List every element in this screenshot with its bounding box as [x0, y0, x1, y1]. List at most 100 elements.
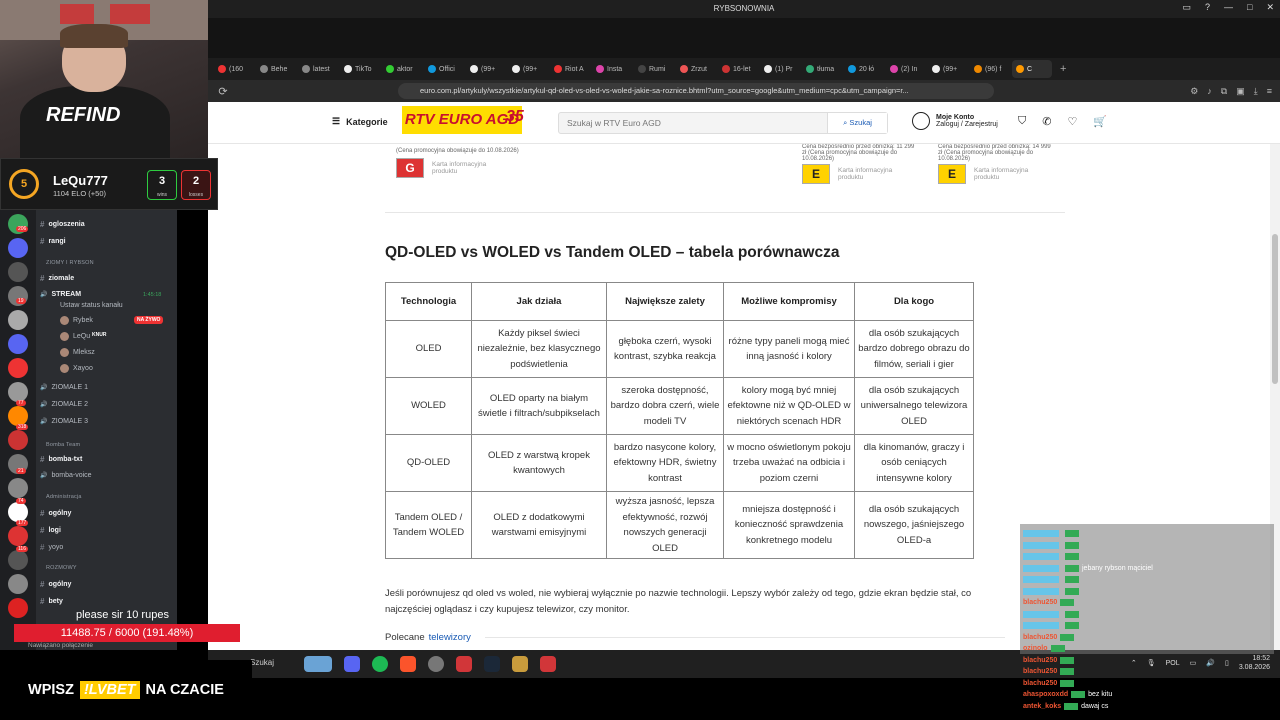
discord-voice-user[interactable]: LeQu — [60, 332, 90, 341]
download-icon[interactable]: ⤓ — [1254, 86, 1258, 97]
browser-tab[interactable]: (1) Pr — [760, 60, 800, 78]
search-input[interactable] — [559, 113, 829, 133]
server-icon[interactable] — [8, 262, 28, 282]
browser-tab[interactable]: Riot A — [550, 60, 590, 78]
phone-icon[interactable]: ✆ — [1042, 115, 1051, 128]
discord-voice-user[interactable]: Mleksz — [60, 348, 95, 357]
obs-icon[interactable] — [428, 656, 444, 672]
discord-channel[interactable]: # rangi — [40, 237, 66, 246]
chevron-up-icon[interactable]: ⌃ — [1131, 659, 1137, 667]
server-icon[interactable] — [8, 550, 28, 570]
server-icon[interactable] — [8, 334, 28, 354]
discord-channel[interactable]: # bety — [40, 597, 63, 606]
extension-icon[interactable]: ⚙ — [1190, 86, 1198, 97]
valorant-icon[interactable] — [540, 656, 556, 672]
discord-voice-channel[interactable]: 🔊 ZIOMALE 2 — [40, 401, 88, 408]
mic-icon[interactable]: 🎙 — [1147, 659, 1156, 667]
language-indicator[interactable]: POL — [1166, 660, 1180, 667]
spotify-icon[interactable] — [372, 656, 388, 672]
site-logo[interactable]: RTV EURO AGD — [402, 106, 522, 134]
server-icon[interactable] — [8, 502, 28, 522]
taskbar-search[interactable]: Szukaj — [250, 658, 274, 667]
discord-channel[interactable]: # bomba-txt — [40, 455, 82, 464]
menu-icon[interactable]: ≡ — [1267, 86, 1272, 97]
discord-channel[interactable]: # logi — [40, 526, 61, 535]
close-icon[interactable]: ✕ — [1266, 2, 1274, 13]
wallet-icon[interactable]: ▣ — [1236, 86, 1245, 97]
discord-voice-channel[interactable]: 🔊 ZIOMALE 3 — [40, 418, 88, 425]
browser-tab[interactable]: (96) f — [970, 60, 1010, 78]
discord-channel[interactable]: # yoyo — [40, 543, 63, 552]
volume-icon[interactable]: 🔊 — [1206, 659, 1215, 667]
account-menu[interactable]: Moje Konto Zaloguj / Zarejestruj — [912, 112, 998, 130]
browser-tab[interactable]: Zrzut — [676, 60, 716, 78]
browser-tab[interactable]: 20 łó — [844, 60, 884, 78]
browser-tab[interactable]: Behe — [256, 60, 296, 78]
server-icon[interactable] — [8, 574, 28, 594]
browser-tab[interactable]: TikTo — [340, 60, 380, 78]
browser-tab[interactable]: (2) In — [886, 60, 926, 78]
browser-tab[interactable]: C — [1012, 60, 1052, 78]
widget-icon[interactable] — [304, 656, 332, 672]
discord-voice-user[interactable]: Rybek — [60, 316, 93, 325]
pip-icon[interactable]: ▭ — [1182, 2, 1191, 13]
browser-tab[interactable]: tłuma — [802, 60, 842, 78]
league-icon[interactable] — [512, 656, 528, 672]
server-icon[interactable] — [8, 358, 28, 378]
share-icon[interactable]: ⧉ — [1221, 86, 1227, 97]
discord-category[interactable]: Administracja — [46, 494, 82, 500]
discord-voice-channel[interactable]: 🔊 ZIOMALE 1 — [40, 384, 88, 391]
brave-icon[interactable] — [400, 656, 416, 672]
browser-tab[interactable]: (99+ — [508, 60, 548, 78]
categories-menu[interactable]: ☰ Kategorie — [332, 116, 388, 127]
discord-voice-channel[interactable]: 🔊 STREAM — [40, 291, 81, 298]
network-icon[interactable]: ▭ — [1190, 659, 1197, 667]
help-icon[interactable]: ? — [1205, 2, 1210, 13]
music-icon[interactable]: ♪ — [1207, 86, 1212, 97]
steam-icon[interactable] — [484, 656, 500, 672]
browser-tab[interactable]: 16-let — [718, 60, 758, 78]
maximize-icon[interactable]: □ — [1247, 2, 1252, 13]
scrollbar-thumb[interactable] — [1272, 234, 1278, 384]
server-icon[interactable] — [8, 478, 28, 498]
browser-tab[interactable]: (99+ — [466, 60, 506, 78]
heart-icon[interactable]: ♡ — [1067, 115, 1077, 128]
cart-icon[interactable]: 🛒 — [1093, 115, 1107, 128]
browser-tab[interactable]: (160 — [214, 60, 254, 78]
server-icon[interactable] — [8, 238, 28, 258]
browser-tab[interactable]: Rumi — [634, 60, 674, 78]
server-icon[interactable] — [8, 310, 28, 330]
browser-tab[interactable]: Insta — [592, 60, 632, 78]
discord-channel[interactable]: # ziomale — [40, 274, 74, 283]
browser-tab[interactable]: Offici — [424, 60, 464, 78]
discord-voice-channel[interactable]: 🔊 bomba-voice — [40, 472, 92, 479]
discord-category[interactable]: Bomba Team — [46, 442, 80, 448]
minimize-icon[interactable]: — — [1224, 2, 1233, 13]
search-button[interactable]: ⌕ Szukaj — [827, 113, 887, 133]
server-icon[interactable] — [8, 430, 28, 450]
discord-category[interactable]: ROZMOWY — [46, 565, 77, 571]
bag-icon[interactable]: ⛉ — [1018, 115, 1026, 128]
server-icon[interactable] — [8, 526, 28, 546]
reload-icon[interactable]: ⟳ — [208, 85, 238, 98]
discord-icon[interactable] — [344, 656, 360, 672]
server-icon[interactable] — [8, 406, 28, 426]
recommended-link[interactable]: telewizory — [429, 632, 471, 643]
server-icon[interactable] — [8, 382, 28, 402]
browser-tab[interactable]: aktor — [382, 60, 422, 78]
clock[interactable]: 18:52 3.08.2026 — [1239, 654, 1270, 672]
battery-icon[interactable]: ▯ — [1225, 659, 1229, 667]
discord-category[interactable]: ZIOMY I RYBSON — [46, 260, 94, 266]
energy-label[interactable]: E Karta informacyjna produktu — [938, 164, 1044, 184]
energy-label[interactable]: G Karta informacyjna produktu — [396, 158, 502, 178]
discord-channel[interactable]: # ogólny — [40, 509, 71, 518]
riot-icon[interactable] — [456, 656, 472, 672]
url-field[interactable]: euro.com.pl/artykuly/wszystkie/artykul-q… — [398, 83, 994, 99]
browser-tab[interactable]: (99+ — [928, 60, 968, 78]
server-icon[interactable] — [8, 598, 28, 618]
new-tab-button[interactable]: + — [1054, 63, 1072, 75]
energy-label[interactable]: E Karta informacyjna produktu — [802, 164, 908, 184]
discord-channel[interactable]: # ogólny — [40, 580, 71, 589]
discord-voice-user[interactable]: Xayoo — [60, 364, 93, 373]
discord-channel[interactable]: # ogloszenia — [40, 220, 85, 229]
